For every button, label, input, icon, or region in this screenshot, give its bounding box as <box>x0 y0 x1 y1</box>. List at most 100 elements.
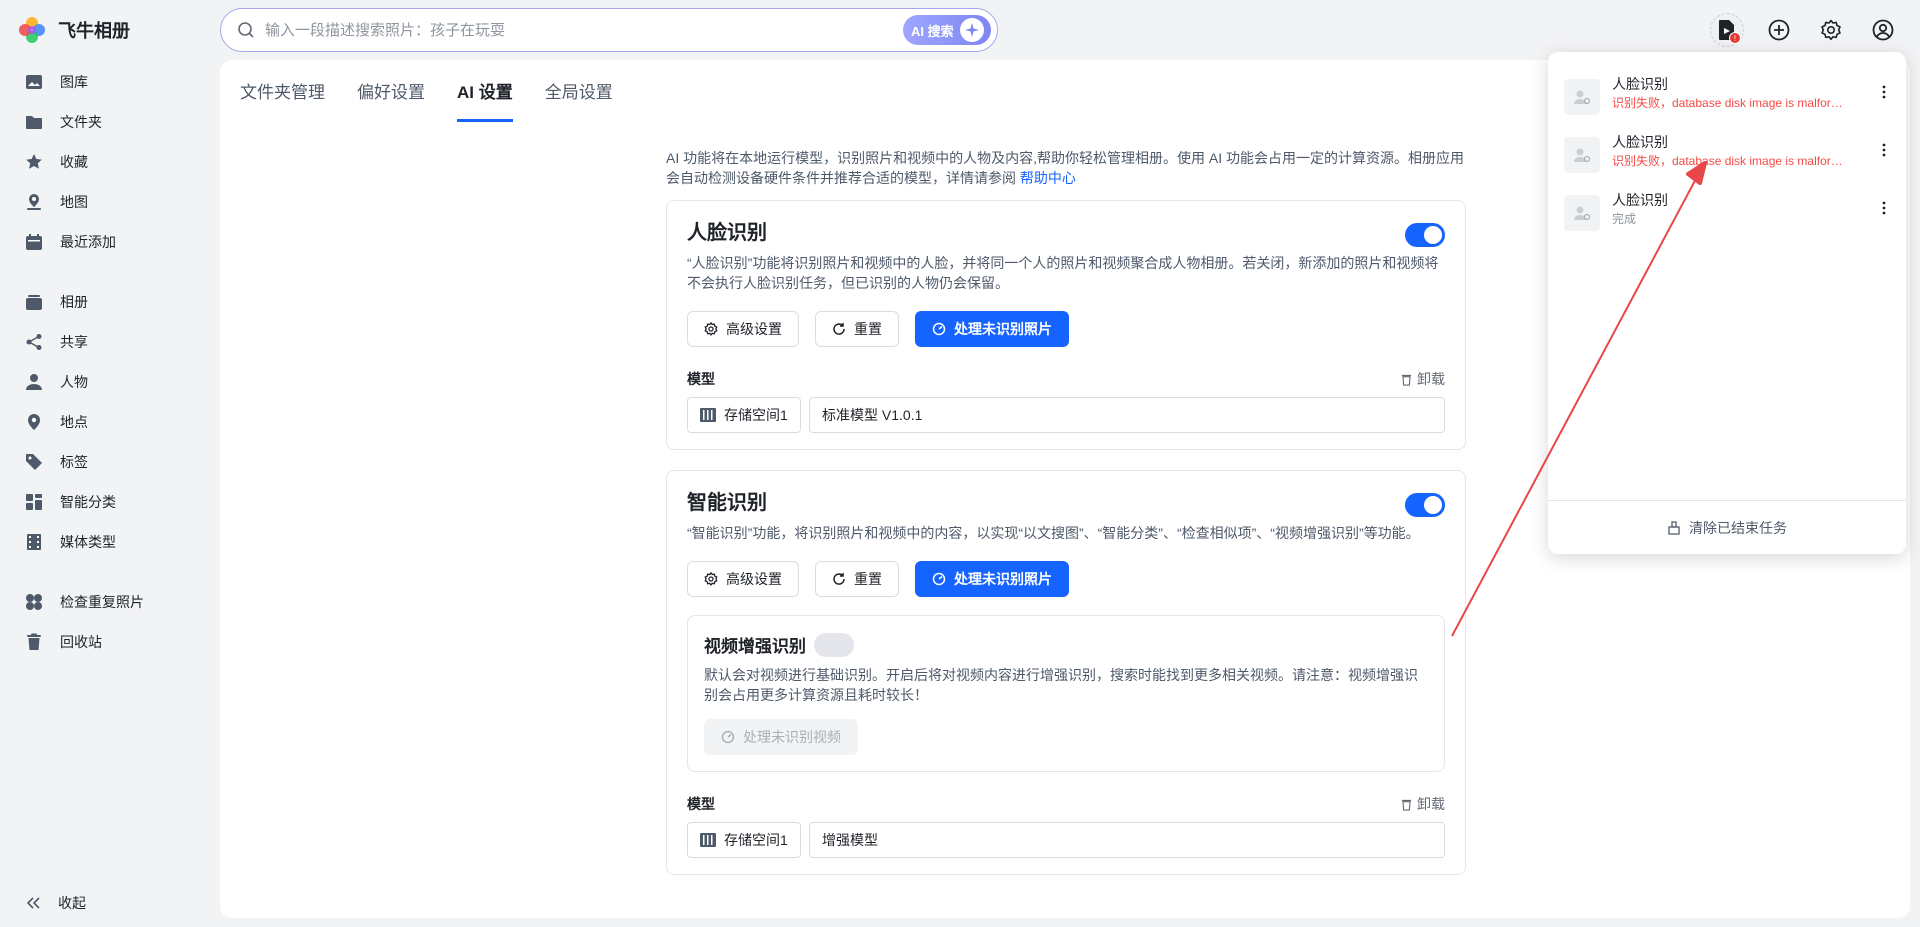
face-recognition-title: 人脸识别 <box>687 222 767 244</box>
process-unrecognized-photos-button[interactable]: 处理未识别照片 <box>915 311 1069 347</box>
advanced-settings-button[interactable]: 高级设置 <box>687 311 799 347</box>
smart-actions: 高级设置 重置 处理未识别照片 <box>687 561 1445 597</box>
tab-global-settings[interactable]: 全局设置 <box>545 60 613 122</box>
album-icon <box>24 292 44 312</box>
folder-icon <box>24 112 44 132</box>
user-circle-icon <box>1872 19 1894 41</box>
grid-icon <box>24 492 44 512</box>
gauge-icon <box>932 572 946 586</box>
tab-preferences[interactable]: 偏好设置 <box>357 60 425 122</box>
unload-label: 卸载 <box>1417 796 1445 812</box>
video-actions: 处理未识别视频 <box>704 719 1428 755</box>
face-scan-icon <box>1564 79 1600 115</box>
advanced-settings-label: 高级设置 <box>726 571 782 587</box>
video-enhanced-desc: 默认会对视频进行基础识别。开启后将对视频内容进行增强识别，搜索时能找到更多相关视… <box>704 667 1418 703</box>
sidebar-item-favorites[interactable]: 收藏 <box>0 142 220 182</box>
storage-selector[interactable]: 存储空间1 <box>687 822 801 858</box>
smart-recognition-card: 智能识别 “智能识别”功能，将识别照片和视频中的内容，以实现“以文搜图”、“智能… <box>666 470 1466 875</box>
reset-button[interactable]: 重置 <box>815 311 899 347</box>
face-model-header: 模型 卸载 <box>687 369 1445 389</box>
app-logo[interactable]: 飞牛相册 <box>16 14 130 46</box>
sidebar-item-label: 相册 <box>60 294 88 310</box>
sidebar-item-label: 地点 <box>60 414 88 430</box>
task-list-button[interactable]: ! <box>1710 13 1744 47</box>
process-label: 处理未识别照片 <box>954 571 1052 587</box>
search-input[interactable] <box>265 21 903 39</box>
sidebar-item-label: 媒体类型 <box>60 534 116 550</box>
more-vertical-icon[interactable] <box>1874 82 1894 102</box>
sidebar-item-places[interactable]: 地点 <box>0 402 220 442</box>
sidebar-item-label: 收藏 <box>60 154 88 170</box>
sidebar-item-media-type[interactable]: 媒体类型 <box>0 522 220 562</box>
search-bar: AI 搜索 <box>220 8 998 52</box>
refresh-icon <box>832 572 846 586</box>
add-button[interactable] <box>1762 13 1796 47</box>
sidebar-item-recent[interactable]: 最近添加 <box>0 222 220 262</box>
duplicate-icon <box>24 592 44 612</box>
double-chevron-left-icon <box>24 894 42 912</box>
task-name: 人脸识别 <box>1612 192 1668 208</box>
storage-selector[interactable]: 存储空间1 <box>687 397 801 433</box>
sidebar-item-smart-category[interactable]: 智能分类 <box>0 482 220 522</box>
sidebar-item-folder[interactable]: 文件夹 <box>0 102 220 142</box>
collapse-label: 收起 <box>58 895 86 911</box>
sidebar-item-gallery[interactable]: 图库 <box>0 62 220 102</box>
film-icon <box>24 532 44 552</box>
refresh-icon <box>832 322 846 336</box>
more-vertical-icon[interactable] <box>1874 140 1894 160</box>
flower-logo-icon <box>16 14 48 46</box>
face-recognition-desc: “人脸识别”功能将识别照片和视频中的人脸，并将同一个人的照片和视频聚合成人物相册… <box>687 255 1439 291</box>
sidebar-item-trash[interactable]: 回收站 <box>0 622 220 662</box>
help-center-link[interactable]: 帮助中心 <box>1020 170 1076 186</box>
face-recognition-toggle[interactable] <box>1405 223 1445 247</box>
sidebar-item-tags[interactable]: 标签 <box>0 442 220 482</box>
video-enhanced-toggle[interactable] <box>814 632 854 657</box>
tab-ai-settings[interactable]: AI 设置 <box>457 60 513 122</box>
ai-search-button[interactable]: AI 搜索 <box>903 15 991 45</box>
sidebar-item-share[interactable]: 共享 <box>0 322 220 362</box>
trash-icon <box>1400 798 1413 811</box>
sidebar: 飞牛相册 图库 文件夹 收藏 地图 最近添加 相册 共享 人物 地点 标签 智能… <box>0 0 220 927</box>
ai-search-label: AI 搜索 <box>911 23 954 39</box>
face-actions: 高级设置 重置 处理未识别照片 <box>687 311 1445 347</box>
task-item: 人脸识别 识别失败，database disk image is malform… <box>1564 132 1894 182</box>
sidebar-item-people[interactable]: 人物 <box>0 362 220 402</box>
clear-finished-tasks-button[interactable]: 清除已结束任务 <box>1548 500 1906 554</box>
collapse-sidebar-button[interactable]: 收起 <box>24 887 86 919</box>
image-icon <box>24 72 44 92</box>
model-label: 模型 <box>687 371 715 387</box>
process-unrecognized-videos-button[interactable]: 处理未识别视频 <box>704 719 858 755</box>
sidebar-item-label: 共享 <box>60 334 88 350</box>
task-status: 识别失败，database disk image is malformed <box>1612 154 1844 168</box>
clear-finished-label: 清除已结束任务 <box>1689 519 1787 536</box>
storage-volume-icon <box>700 408 716 422</box>
account-button[interactable] <box>1866 13 1900 47</box>
sidebar-item-map[interactable]: 地图 <box>0 182 220 222</box>
unload-label: 卸载 <box>1417 371 1445 387</box>
unload-button[interactable]: 卸载 <box>1400 794 1445 814</box>
advanced-settings-button[interactable]: 高级设置 <box>687 561 799 597</box>
face-scan-icon <box>1564 195 1600 231</box>
gear-icon <box>704 572 718 586</box>
sidebar-item-duplicates[interactable]: 检查重复照片 <box>0 582 220 622</box>
smart-model-field[interactable]: 增强模型 <box>809 822 1445 858</box>
settings-button[interactable] <box>1814 13 1848 47</box>
face-model-field[interactable]: 标准模型 V1.0.1 <box>809 397 1445 433</box>
storage-label: 存储空间1 <box>724 832 788 848</box>
smart-recognition-desc: “智能识别”功能，将识别照片和视频中的内容，以实现“以文搜图”、“智能分类”、“… <box>687 525 1420 541</box>
trash-icon <box>24 632 44 652</box>
sidebar-item-albums[interactable]: 相册 <box>0 282 220 322</box>
advanced-settings-label: 高级设置 <box>726 321 782 337</box>
settings-tabs: 文件夹管理 偏好设置 AI 设置 全局设置 <box>240 60 613 122</box>
tag-icon <box>24 452 44 472</box>
sidebar-item-label: 文件夹 <box>60 114 102 130</box>
reset-button[interactable]: 重置 <box>815 561 899 597</box>
unload-button[interactable]: 卸载 <box>1400 369 1445 389</box>
task-name: 人脸识别 <box>1612 134 1668 150</box>
smart-recognition-toggle[interactable] <box>1405 493 1445 517</box>
video-enhanced-title: 视频增强识别 <box>704 637 806 656</box>
gear-icon <box>1820 19 1842 41</box>
more-vertical-icon[interactable] <box>1874 198 1894 218</box>
process-unrecognized-photos-button[interactable]: 处理未识别照片 <box>915 561 1069 597</box>
tab-folder-management[interactable]: 文件夹管理 <box>240 60 325 122</box>
